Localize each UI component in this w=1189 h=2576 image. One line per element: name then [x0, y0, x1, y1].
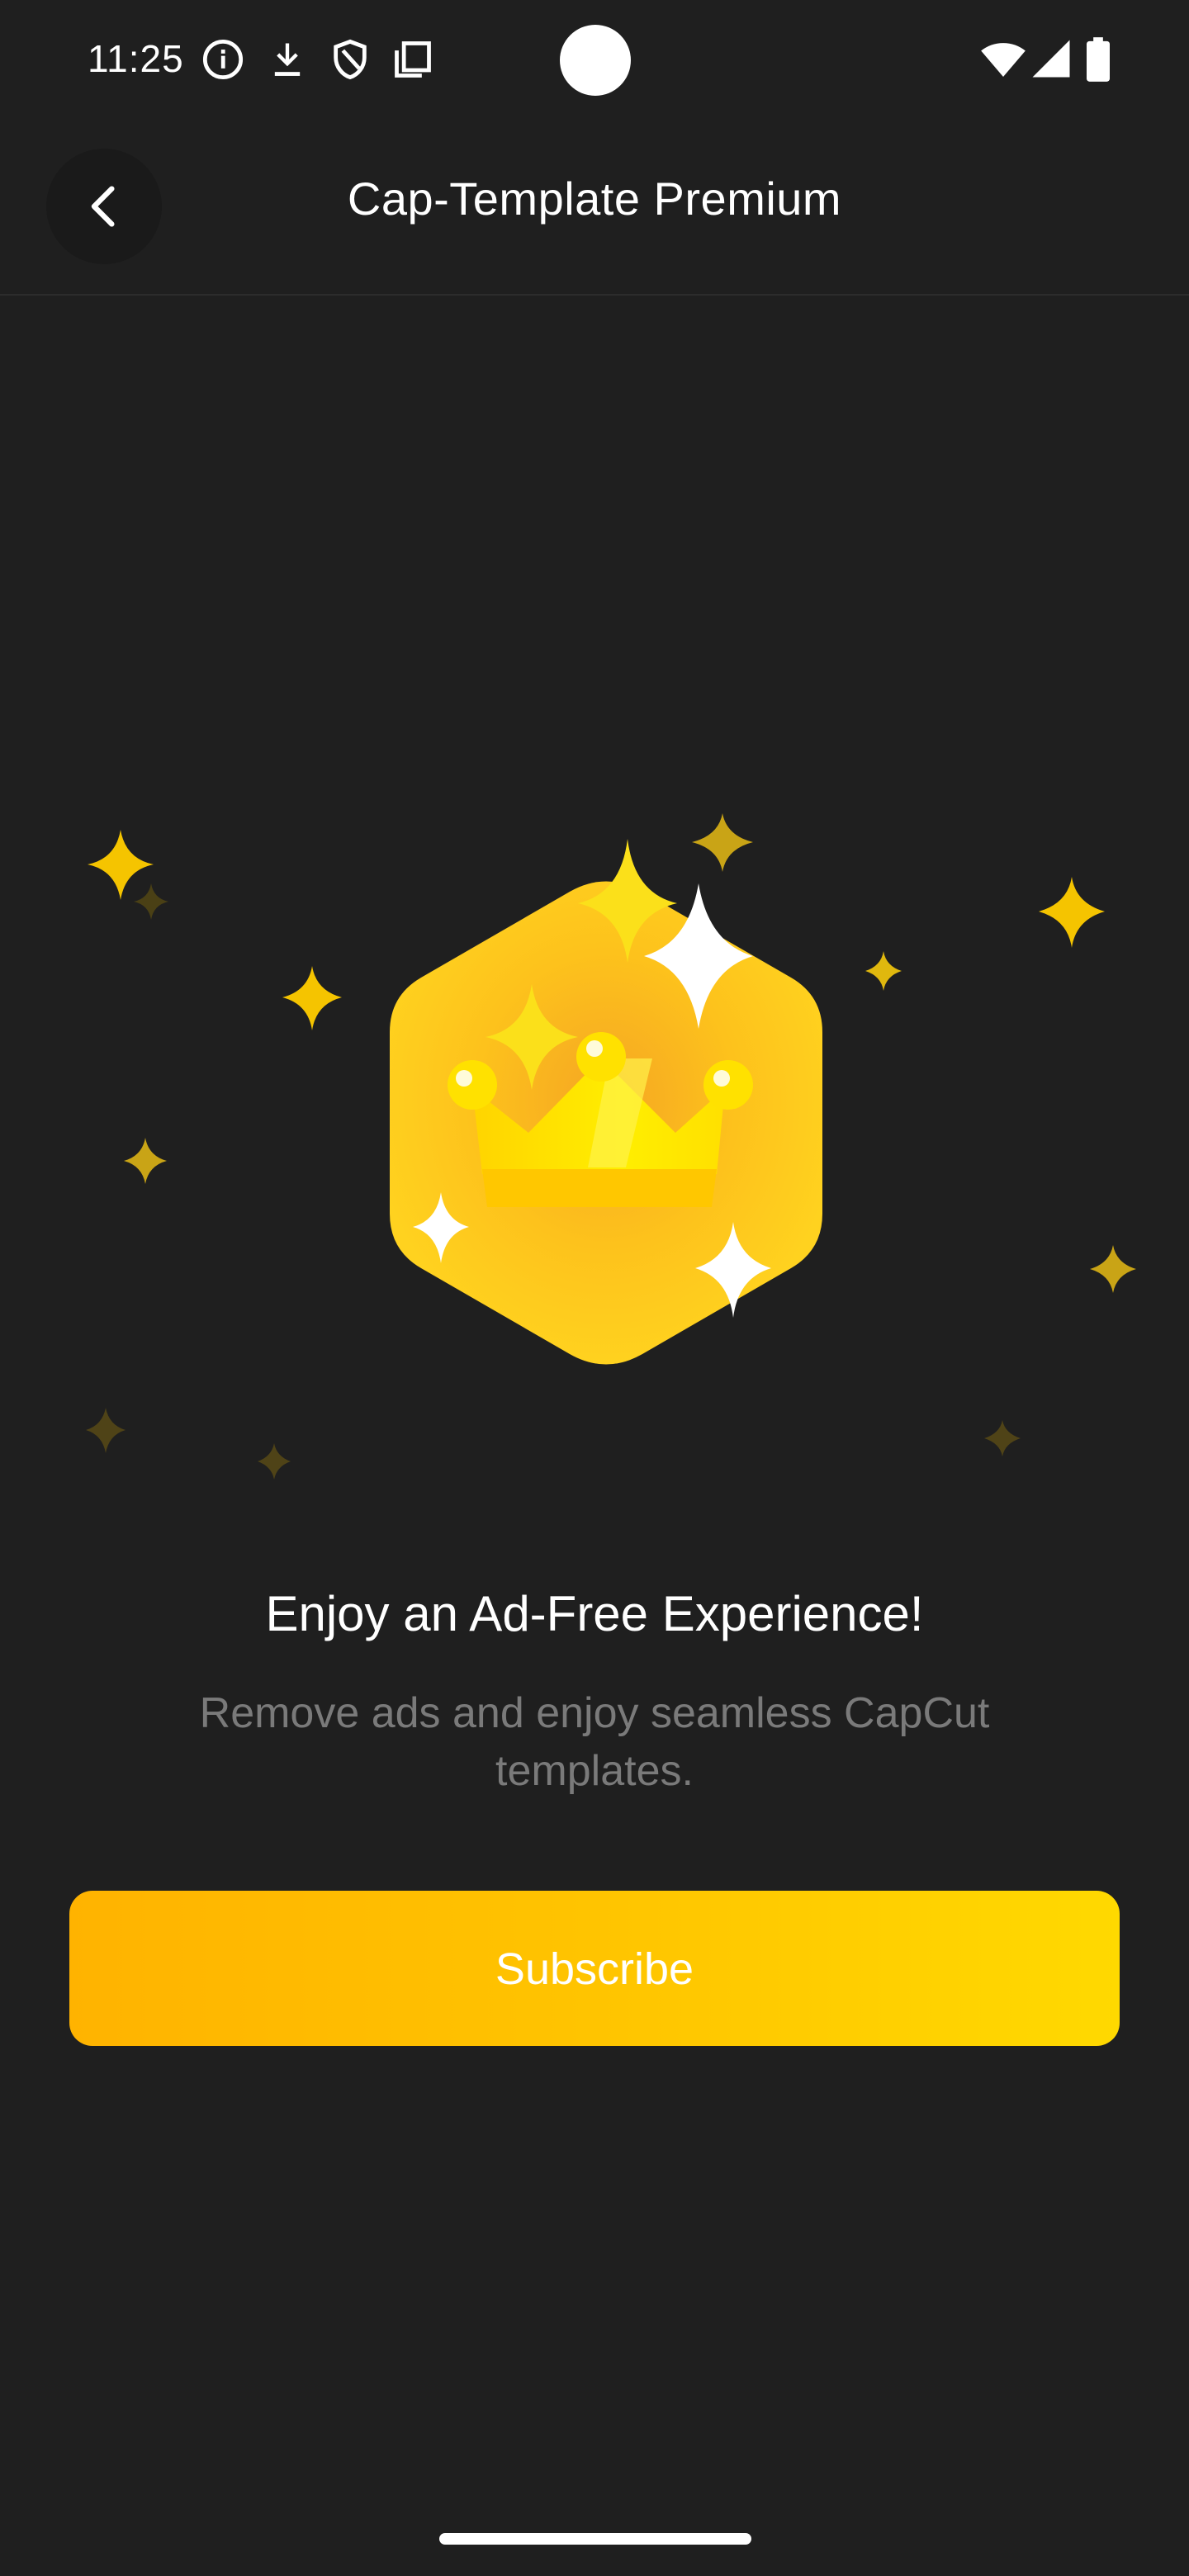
- info-icon: [202, 39, 244, 80]
- page-title: Cap-Template Premium: [347, 173, 842, 225]
- premium-screen: 11:25 Cap-Template Premium Enjoy an Ad-F…: [0, 0, 1189, 2576]
- shield-icon: [334, 39, 367, 80]
- status-time: 11:25: [88, 37, 184, 80]
- copy-icon: [395, 41, 431, 78]
- camera-cutout: [560, 25, 631, 96]
- premium-crown-illustration: [86, 813, 1136, 1480]
- headline: Enjoy an Ad-Free Experience!: [265, 1586, 924, 1641]
- home-indicator[interactable]: [439, 2533, 751, 2545]
- app-bar: Cap-Template Premium: [0, 124, 1189, 296]
- wifi-icon: [981, 43, 1026, 77]
- battery-icon: [1087, 37, 1110, 82]
- subscribe-button[interactable]: Subscribe: [69, 1891, 1120, 2046]
- signal-icon: [1032, 40, 1070, 78]
- download-icon: [274, 43, 301, 76]
- status-bar: 11:25: [0, 0, 1189, 124]
- description: Remove ads and enjoy seamless CapCut tem…: [199, 1689, 990, 1795]
